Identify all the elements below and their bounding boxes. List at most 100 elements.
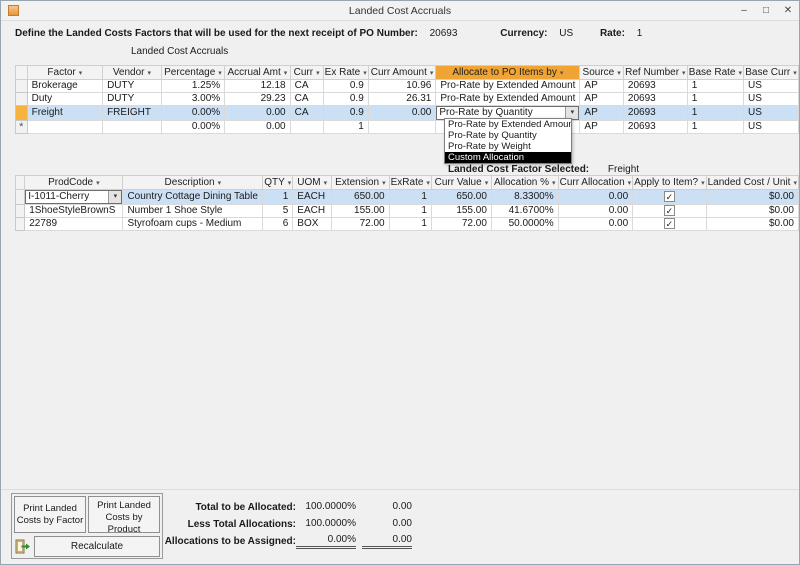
cell-ex-rate[interactable]: 1 [323,121,368,134]
cell-percentage[interactable]: 1.25% [161,80,224,93]
cell-exrate[interactable]: 1 [389,190,431,205]
cell-source[interactable]: AP [580,93,623,106]
column-dropdown-icon[interactable]: ▾ [738,69,742,77]
cell-ref-number[interactable]: 20693 [623,80,687,93]
column-header-extension[interactable]: Extension▾ [332,176,390,190]
cell-exrate[interactable]: 1 [389,218,431,231]
cell-qty[interactable]: 1 [263,190,293,205]
cell-curr-value[interactable]: 72.00 [431,218,491,231]
column-header-percentage[interactable]: Percentage▾ [161,66,224,80]
print-costs-by-factor-button[interactable]: Print Landed Costs by Factor [14,496,86,533]
cell-factor[interactable]: Duty [27,93,102,106]
dropdown-option[interactable]: Pro-Rate by Weight [445,141,571,152]
column-header-vendor[interactable]: Vendor▾ [103,66,162,80]
cell-base-rate[interactable]: 1 [687,80,743,93]
row-selector[interactable] [16,218,25,231]
cell-curr[interactable]: CA [290,106,323,121]
row-selector[interactable] [16,80,28,93]
column-header-ref-number[interactable]: Ref Number▾ [623,66,687,80]
cell-exrate[interactable]: 1 [389,205,431,218]
column-dropdown-icon[interactable]: ▾ [363,69,367,77]
cell-apply-to-item[interactable]: ✓ [633,205,706,218]
cell-source[interactable]: AP [580,106,623,121]
cell-uom[interactable]: EACH [293,205,332,218]
column-dropdown-icon[interactable]: ▾ [284,69,288,77]
column-header-prodcode[interactable]: ProdCode▾ [25,176,123,190]
cell-base-rate[interactable]: 1 [687,121,743,134]
column-header-curr-allocation[interactable]: Curr Allocation▾ [558,176,633,190]
maximize-button[interactable]: □ [755,1,777,20]
column-header-allocation[interactable]: Allocation %▾ [491,176,558,190]
cell-extension[interactable]: 155.00 [332,205,390,218]
cell-percentage[interactable]: 3.00% [161,93,224,106]
column-dropdown-icon[interactable]: ▾ [148,69,152,77]
row-selector[interactable] [16,106,28,121]
column-dropdown-icon[interactable]: ▾ [682,69,686,77]
cell-landed-cost-unit[interactable]: $0.00 [706,205,798,218]
combo-dropdown-button[interactable]: ▾ [108,191,121,203]
column-header-base-rate[interactable]: Base Rate▾ [687,66,743,80]
cell-vendor[interactable]: DUTY [103,93,162,106]
column-dropdown-icon[interactable]: ▾ [96,179,100,187]
apply-checkbox[interactable]: ✓ [664,218,675,229]
column-header-ex-rate[interactable]: Ex Rate▾ [323,66,368,80]
cell-description[interactable]: Country Cottage Dining Table [123,190,263,205]
door-arrow-icon[interactable] [14,538,32,554]
cell-curr-amount[interactable]: 26.31 [368,93,436,106]
column-header-apply-to-item[interactable]: Apply to Item?▾ [633,176,706,190]
cell-curr-value[interactable]: 650.00 [431,190,491,205]
cell-accrual-amt[interactable]: 0.00 [225,106,290,121]
cell-allocation[interactable]: 8.3300% [491,190,558,205]
cell-base-curr[interactable]: US [744,93,799,106]
column-header-uom[interactable]: UOM▾ [293,176,332,190]
column-dropdown-icon[interactable]: ▾ [426,179,430,187]
row-selector[interactable] [16,190,25,205]
column-dropdown-icon[interactable]: ▾ [382,179,386,187]
column-header-curr-amount[interactable]: Curr Amount▾ [368,66,436,80]
cell-vendor[interactable]: FREIGHT [103,106,162,121]
cell-apply-to-item[interactable]: ✓ [633,218,706,231]
column-header-allocate-to-po-items-by[interactable]: Allocate to PO Items by▾ [436,66,580,80]
cell-allocate-to-po-items-by[interactable]: Pro-Rate by Extended Amount [436,93,580,106]
cell-base-curr[interactable]: US [744,121,799,134]
cell-source[interactable]: AP [580,121,623,134]
cell-uom[interactable]: BOX [293,218,332,231]
cell-ex-rate[interactable]: 0.9 [323,106,368,121]
cell-accrual-amt[interactable]: 12.18 [225,80,290,93]
cell-accrual-amt[interactable]: 0.00 [225,121,290,134]
cell-base-rate[interactable]: 1 [687,93,743,106]
cell-prodcode[interactable]: I-1011-Cherry▾ [25,190,123,205]
column-header-landed-cost-unit[interactable]: Landed Cost / Unit▾ [706,176,798,190]
column-header-base-curr[interactable]: Base Curr▾ [744,66,799,80]
cell-uom[interactable]: EACH [293,190,332,205]
cell-curr-allocation[interactable]: 0.00 [558,218,633,231]
column-dropdown-icon[interactable]: ▾ [218,69,222,77]
cell-curr[interactable]: CA [290,80,323,93]
column-header-exrate[interactable]: ExRate▾ [389,176,431,190]
prodcode-combobox[interactable]: I-1011-Cherry▾ [25,190,122,204]
column-dropdown-icon[interactable]: ▾ [485,179,489,187]
column-header-curr[interactable]: Curr▾ [290,66,323,80]
column-dropdown-icon[interactable]: ▾ [324,179,328,187]
column-header-factor[interactable]: Factor▾ [27,66,102,80]
column-dropdown-icon[interactable]: ▾ [288,179,292,187]
column-dropdown-icon[interactable]: ▾ [79,69,83,77]
cell-curr-amount[interactable]: 10.96 [368,80,436,93]
column-dropdown-icon[interactable]: ▾ [316,69,320,77]
cell-curr-value[interactable]: 155.00 [431,205,491,218]
apply-checkbox[interactable]: ✓ [664,191,675,202]
cell-landed-cost-unit[interactable]: $0.00 [706,190,798,205]
column-dropdown-icon[interactable]: ▾ [218,179,222,187]
apply-checkbox[interactable]: ✓ [664,205,675,216]
select-all-corner[interactable] [16,66,28,80]
cell-base-rate[interactable]: 1 [687,106,743,121]
cell-ref-number[interactable]: 20693 [623,121,687,134]
cell-ex-rate[interactable]: 0.9 [323,80,368,93]
column-dropdown-icon[interactable]: ▾ [552,179,556,187]
cell-base-curr[interactable]: US [744,80,799,93]
cell-qty[interactable]: 5 [263,205,293,218]
cell-extension[interactable]: 650.00 [332,190,390,205]
cell-curr[interactable]: CA [290,93,323,106]
cell-description[interactable]: Styrofoam cups - Medium [123,218,263,231]
dropdown-option[interactable]: Pro-Rate by Extended Amount [445,119,571,130]
